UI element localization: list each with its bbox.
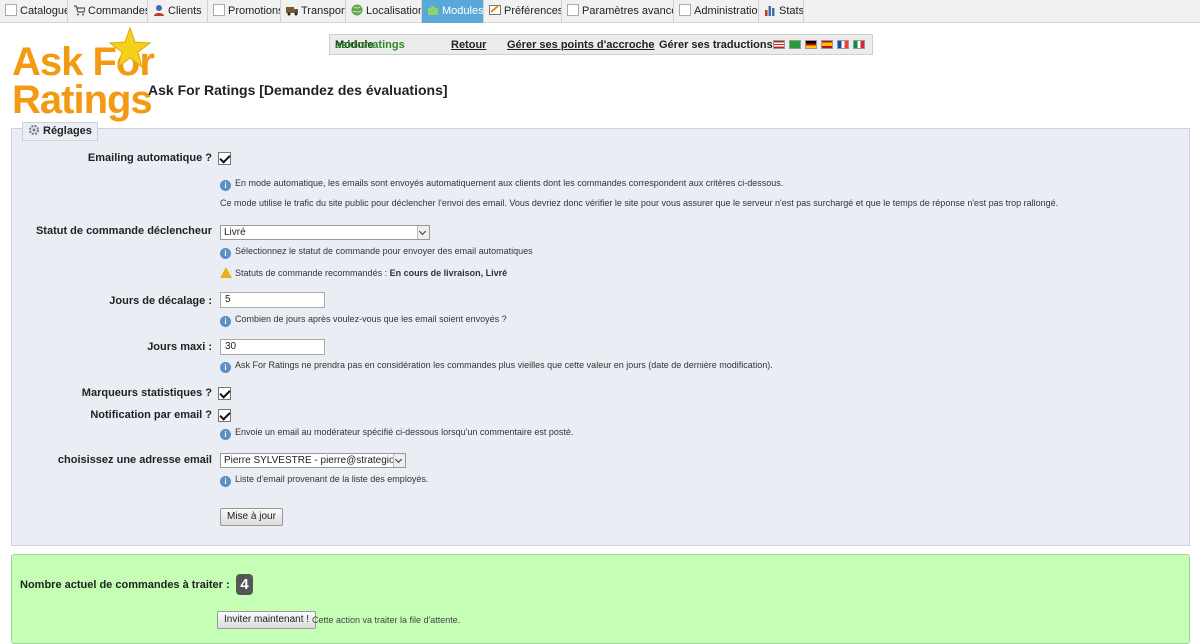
max-days-hint: i Ask For Ratings ne prendra pas en consi… bbox=[220, 360, 773, 373]
translations-label: Gérer ses traductions : bbox=[659, 39, 780, 51]
admin-icon bbox=[679, 4, 691, 16]
info-icon: i bbox=[220, 180, 231, 191]
flag-it-icon[interactable] bbox=[853, 40, 865, 49]
tab-administration[interactable]: Administration bbox=[674, 0, 759, 23]
chevron-down-icon bbox=[417, 226, 429, 239]
flag-es-icon[interactable] bbox=[821, 40, 833, 49]
email-notify-checkbox[interactable] bbox=[218, 409, 231, 422]
email-notify-label: Notification par email ? bbox=[90, 409, 212, 421]
stats-markers-label: Marqueurs statistiques ? bbox=[81, 387, 212, 399]
tab-advanced[interactable]: Paramètres avancés bbox=[562, 0, 674, 23]
auto-email-checkbox[interactable] bbox=[218, 152, 231, 165]
tab-catalogue[interactable]: Catalogue bbox=[0, 0, 68, 23]
queue-note: Cette action va traiter la file d'attent… bbox=[312, 615, 461, 625]
stats-markers-checkbox[interactable] bbox=[218, 387, 231, 400]
globe-icon bbox=[351, 2, 363, 16]
delay-days-hint: i Combien de jours après voulez-vous que … bbox=[220, 314, 507, 327]
max-days-input[interactable]: 30 bbox=[220, 339, 325, 355]
email-address-select[interactable]: Pierre SYLVESTRE - pierre@strategio.fr bbox=[220, 453, 406, 468]
info-icon: i bbox=[220, 362, 231, 373]
cart-icon bbox=[73, 2, 86, 16]
tab-preferences[interactable]: Préférences bbox=[484, 0, 562, 23]
delay-days-label: Jours de décalage : bbox=[109, 295, 212, 307]
queue-count-badge: 4 bbox=[236, 574, 253, 595]
puzzle-icon bbox=[427, 2, 439, 15]
email-address-label: choisissez une adresse email bbox=[57, 454, 212, 466]
max-days-label: Jours maxi : bbox=[147, 341, 212, 353]
flag-en-icon[interactable] bbox=[773, 40, 785, 49]
tab-transport[interactable]: Transport bbox=[281, 0, 346, 23]
tab-clients[interactable]: Clients bbox=[148, 0, 208, 23]
auto-email-label: Emailing automatique ? bbox=[87, 152, 212, 164]
queue-panel bbox=[11, 554, 1190, 644]
preferences-icon bbox=[489, 2, 501, 15]
email-address-hint: i Liste d'email provenant de la liste des… bbox=[220, 474, 428, 487]
star-icon bbox=[108, 26, 152, 69]
warning-icon bbox=[220, 267, 232, 278]
info-icon: i bbox=[220, 429, 231, 440]
auto-email-hint-2: Ce mode utilise le trafic du site public… bbox=[220, 198, 1059, 208]
update-button[interactable]: Mise à jour bbox=[220, 508, 283, 526]
clients-icon bbox=[153, 2, 165, 16]
promotions-icon bbox=[213, 4, 225, 16]
tab-localisation[interactable]: Localisation bbox=[346, 0, 422, 23]
trigger-status-select[interactable]: Livré bbox=[220, 225, 430, 240]
catalogue-icon bbox=[5, 4, 17, 16]
gear-icon bbox=[28, 124, 40, 136]
chevron-down-icon bbox=[393, 454, 405, 467]
truck-icon bbox=[286, 2, 298, 16]
advanced-icon bbox=[567, 4, 579, 16]
trigger-status-hint: i Sélectionnez le statut de commande pour… bbox=[220, 246, 533, 259]
tab-modules[interactable]: Modules bbox=[422, 0, 484, 23]
tab-promotions[interactable]: Promotions bbox=[208, 0, 281, 23]
module-logo: Ask For Ratings bbox=[12, 26, 155, 124]
tab-commandes[interactable]: Commandes bbox=[68, 0, 148, 23]
flag-fr-icon[interactable] bbox=[837, 40, 849, 49]
delay-days-input[interactable]: 5 bbox=[220, 292, 325, 308]
queue-count-label: Nombre actuel de commandes à traiter : bbox=[20, 579, 230, 591]
tab-stats[interactable]: Stats bbox=[759, 0, 804, 23]
info-icon: i bbox=[220, 316, 231, 327]
email-notify-hint: i Envoie un email au modérateur spécifié … bbox=[220, 427, 573, 440]
trigger-status-label: Statut de commande déclencheur bbox=[35, 225, 212, 237]
info-icon: i bbox=[220, 476, 231, 487]
hooks-link[interactable]: Gérer ses points d'accroche bbox=[507, 35, 655, 55]
back-link[interactable]: Retour bbox=[451, 35, 486, 55]
flag-br-icon[interactable] bbox=[789, 40, 801, 49]
top-nav: Catalogue Commandes Clients Promotions T… bbox=[0, 0, 1200, 23]
flag-de-icon[interactable] bbox=[805, 40, 817, 49]
stats-icon bbox=[764, 2, 776, 16]
page-title: Ask For Ratings [Demandez des évaluation… bbox=[148, 82, 448, 98]
info-icon: i bbox=[220, 248, 231, 259]
invite-now-button[interactable]: Inviter maintenant ! bbox=[217, 611, 317, 629]
module-toolbar: Module askforratings Retour Gérer ses po… bbox=[329, 34, 873, 55]
settings-legend: Réglages bbox=[22, 122, 98, 141]
recommended-status-warning: Statuts de commande recommandés : En cou… bbox=[220, 267, 507, 278]
auto-email-hint: i En mode automatique, les emails sont en… bbox=[220, 178, 783, 191]
